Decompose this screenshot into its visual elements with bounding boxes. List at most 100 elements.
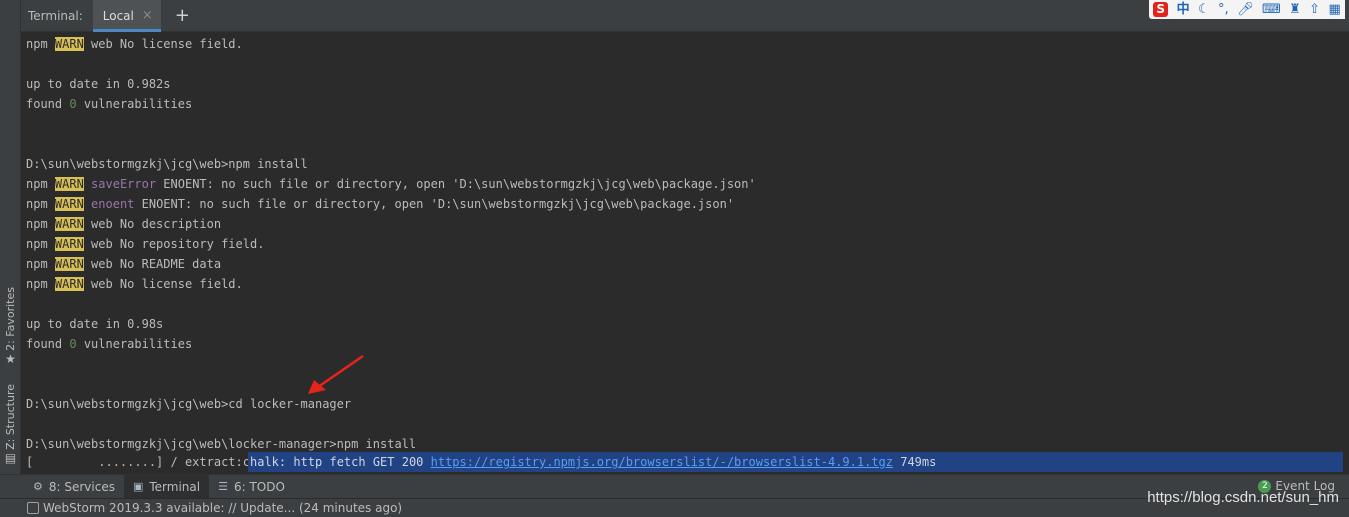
ime-language-toggle[interactable]: 中 bbox=[1177, 2, 1190, 17]
add-tab-icon[interactable]: + bbox=[175, 6, 190, 25]
terminal-line: npm WARN enoent ENOENT: no such file or … bbox=[26, 194, 756, 214]
structure-icon: ▤ bbox=[4, 450, 17, 465]
tab-terminal-label: Terminal bbox=[149, 479, 201, 494]
terminal-line: npm WARN saveError ENOENT: no such file … bbox=[26, 174, 756, 194]
favorites-tab-label: 2: Favorites bbox=[4, 287, 17, 351]
warn-badge: WARN bbox=[54, 197, 84, 211]
annotation-arrow-icon bbox=[308, 354, 364, 394]
terminal-text: enoent bbox=[91, 197, 135, 211]
terminal-text: 0 bbox=[69, 97, 77, 111]
ime-toolbar: S 中 ☾ °, 🎤︎ ⌨ ♜ ⇧ ▦ bbox=[1149, 0, 1345, 19]
microphone-icon[interactable]: 🎤︎ bbox=[1237, 2, 1254, 17]
status-window-icon[interactable] bbox=[27, 502, 39, 514]
terminal-line: D:\sun\webstormgzkj\jcg\web\locker-manag… bbox=[26, 434, 756, 454]
terminal-line: up to date in 0.982s bbox=[26, 74, 756, 94]
terminal-text: web No repository field. bbox=[83, 237, 265, 251]
terminal-line: npm WARN web No README data bbox=[26, 254, 756, 274]
terminal-text: npm bbox=[26, 37, 55, 51]
terminal-line: D:\sun\webstormgzkj\jcg\web>npm install bbox=[26, 154, 756, 174]
ime-logo-icon[interactable]: S bbox=[1153, 2, 1169, 17]
tab-todo[interactable]: ☰ 6: TODO bbox=[209, 475, 294, 499]
terminal-line: found 0 vulnerabilities bbox=[26, 94, 756, 114]
terminal-text: npm bbox=[26, 177, 55, 191]
left-tool-strip: 2: Favorites ★ Z: Structure ▤ bbox=[0, 0, 21, 474]
moon-icon[interactable]: ☾ bbox=[1198, 2, 1210, 17]
terminal-text: npm bbox=[26, 197, 55, 211]
terminal-text: ENOENT: no such file or directory, open … bbox=[134, 197, 735, 211]
terminal-text: web No license field. bbox=[83, 277, 243, 291]
terminal-text: up to date in 0.982s bbox=[26, 77, 171, 91]
tab-todo-label: 6: TODO bbox=[233, 479, 285, 494]
progress-status: halk: http fetch GET 200 https://registr… bbox=[248, 452, 1349, 472]
progress-indicator: [ ........] / extract:c bbox=[26, 455, 250, 469]
update-notification[interactable]: WebStorm 2019.3.3 available: // Update..… bbox=[43, 501, 402, 515]
terminal-title: Terminal: bbox=[28, 8, 83, 23]
warn-badge: WARN bbox=[54, 177, 84, 191]
tab-local[interactable]: Local × bbox=[92, 0, 161, 32]
terminal-text: vulnerabilities bbox=[76, 97, 193, 111]
terminal-line: up to date in 0.98s bbox=[26, 314, 756, 334]
terminal-text: web No description bbox=[83, 217, 222, 231]
terminal-icon: ▣ bbox=[132, 480, 144, 493]
terminal-line: npm WARN web No description bbox=[26, 214, 756, 234]
terminal-text: npm bbox=[26, 217, 55, 231]
tab-local-label: Local bbox=[102, 8, 134, 23]
terminal-line: found 0 vulnerabilities bbox=[26, 334, 756, 354]
terminal-text: ENOENT: no such file or directory, open … bbox=[156, 177, 756, 191]
terminal-text: npm bbox=[26, 277, 55, 291]
warn-badge: WARN bbox=[54, 257, 84, 271]
terminal-line: npm WARN web No license field. bbox=[26, 34, 756, 54]
structure-tool-tab[interactable]: Z: Structure ▤ bbox=[0, 384, 21, 464]
tab-services[interactable]: ⚙ 8: Services bbox=[24, 475, 124, 499]
close-icon[interactable]: × bbox=[142, 8, 153, 23]
terminal-text: web No README data bbox=[83, 257, 222, 271]
terminal-line: npm WARN web No repository field. bbox=[26, 234, 756, 254]
terminal-lines: npm WARN web No license field. up to date… bbox=[26, 34, 756, 454]
npm-progress-line: [ ........] / extract:c halk: http fetch… bbox=[21, 452, 1349, 472]
shirt-icon[interactable]: ♜ bbox=[1289, 2, 1301, 17]
scrollbar-track[interactable] bbox=[1343, 33, 1349, 474]
tab-terminal[interactable]: ▣ Terminal bbox=[123, 474, 210, 499]
terminal-output[interactable]: npm WARN web No license field. up to date… bbox=[21, 33, 1349, 474]
warn-badge: WARN bbox=[54, 277, 84, 291]
services-icon: ⚙ bbox=[33, 480, 43, 493]
tab-services-label: 8: Services bbox=[48, 479, 115, 494]
star-icon: ★ bbox=[5, 351, 16, 366]
terminal-text: D:\sun\webstormgzkj\jcg\web\locker-manag… bbox=[26, 437, 417, 451]
terminal-text: npm bbox=[26, 257, 55, 271]
terminal-text: D:\sun\webstormgzkj\jcg\web>npm install bbox=[26, 157, 308, 171]
upload-icon[interactable]: ⇧ bbox=[1309, 2, 1320, 17]
terminal-text: found bbox=[26, 97, 70, 111]
terminal-text: up to date in 0.98s bbox=[26, 317, 164, 331]
structure-tab-label: Z: Structure bbox=[4, 384, 17, 450]
progress-time: 749ms bbox=[893, 455, 937, 469]
terminal-text: saveError bbox=[91, 177, 157, 191]
warn-badge: WARN bbox=[54, 37, 84, 51]
terminal-text: 0 bbox=[69, 337, 77, 351]
favorites-tool-tab[interactable]: 2: Favorites ★ bbox=[0, 287, 21, 365]
terminal-line: D:\sun\webstormgzkj\jcg\web>cd locker-ma… bbox=[26, 394, 756, 414]
terminal-text: vulnerabilities bbox=[76, 337, 193, 351]
progress-status-text: halk: http fetch GET 200 bbox=[250, 455, 431, 469]
terminal-text: web No license field. bbox=[83, 37, 243, 51]
progress-url-link[interactable]: https://registry.npmjs.org/browserslist/… bbox=[431, 455, 893, 469]
terminal-text: found bbox=[26, 337, 70, 351]
todo-icon: ☰ bbox=[218, 480, 228, 493]
watermark: https://blog.csdn.net/sun_hm bbox=[1147, 489, 1339, 506]
keyboard-icon[interactable]: ⌨ bbox=[1262, 2, 1281, 17]
punctuation-icon[interactable]: °, bbox=[1218, 2, 1229, 17]
terminal-text: npm bbox=[26, 237, 55, 251]
terminal-line: npm WARN web No license field. bbox=[26, 274, 756, 294]
warn-badge: WARN bbox=[54, 217, 84, 231]
warn-badge: WARN bbox=[54, 237, 84, 251]
grid-icon[interactable]: ▦ bbox=[1328, 2, 1340, 17]
